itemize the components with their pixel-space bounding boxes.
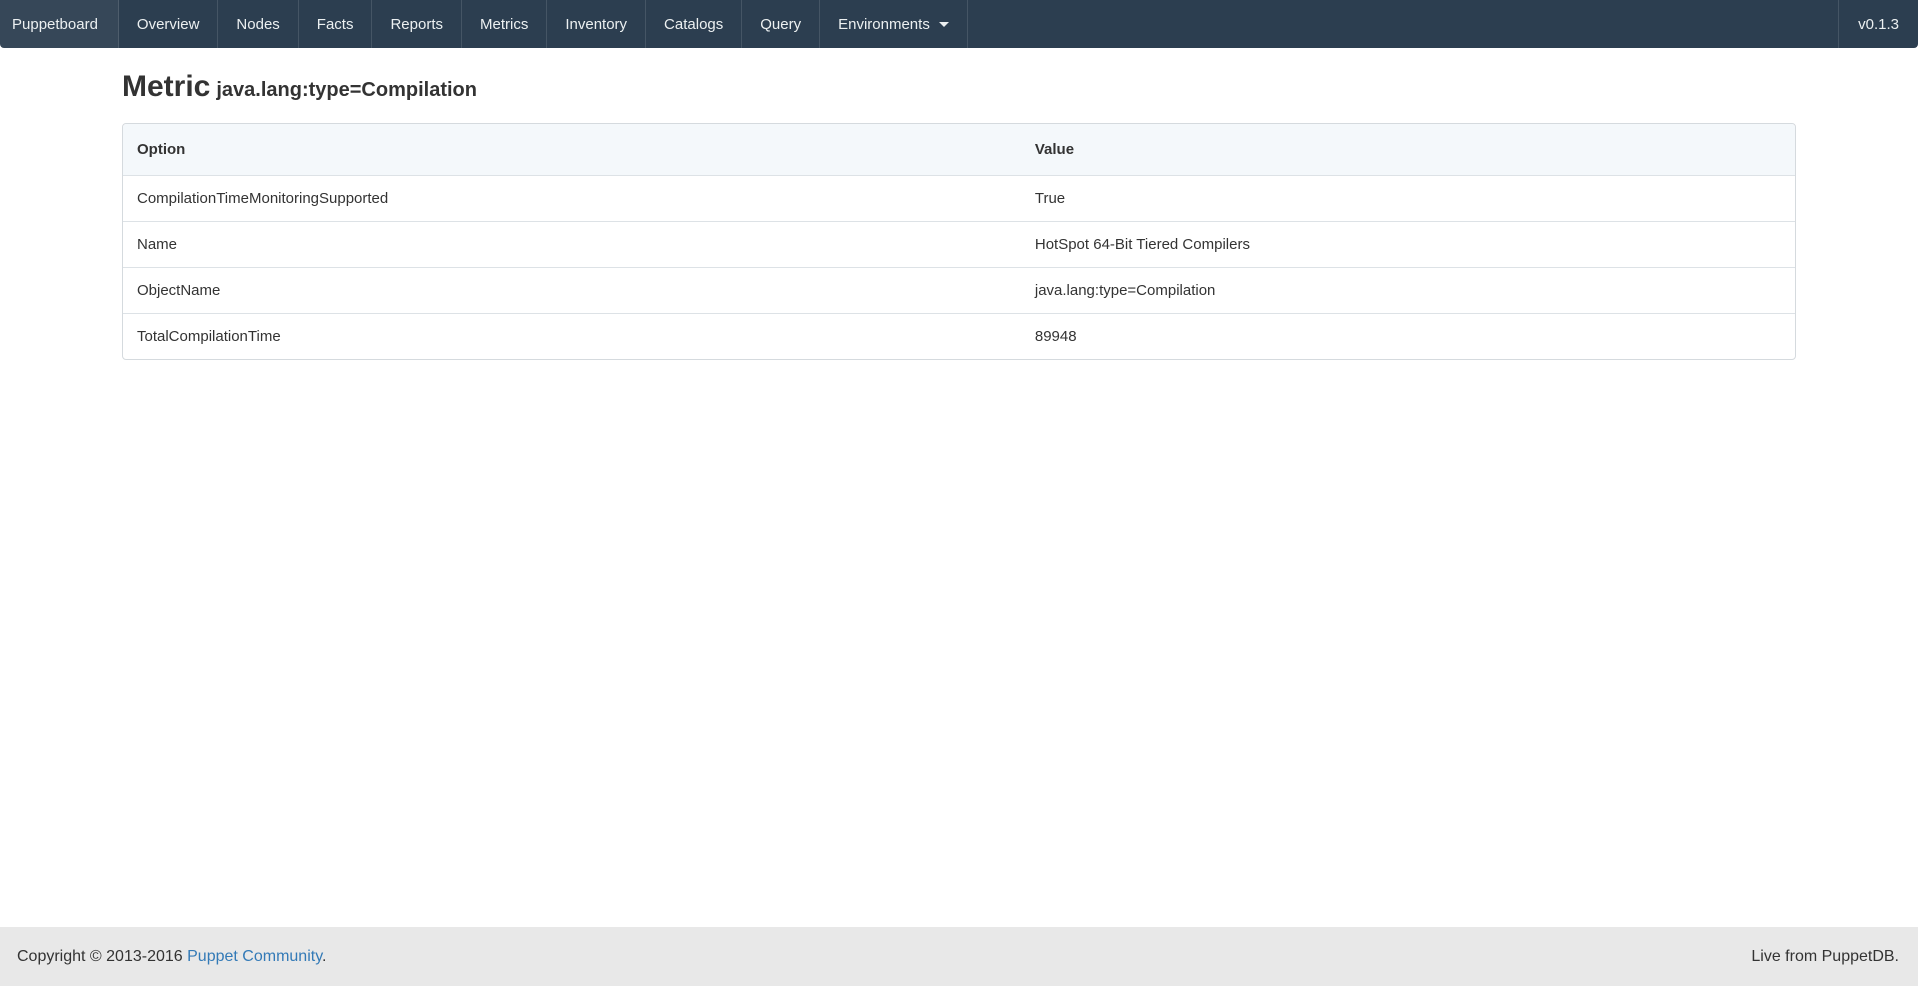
nav-item-query[interactable]: Query: [742, 0, 820, 48]
nav-item-nodes[interactable]: Nodes: [218, 0, 298, 48]
puppetdb-status-text: Live from PuppetDB.: [1751, 948, 1899, 966]
metric-table: Option Value CompilationTimeMonitoringSu…: [122, 123, 1796, 360]
nav-item-facts[interactable]: Facts: [299, 0, 373, 48]
main-content: Metric java.lang:type=Compilation Option …: [0, 48, 1918, 927]
copyright-prefix: Copyright © 2013-2016: [17, 948, 187, 965]
version-text: v0.1.3: [1838, 0, 1918, 48]
copyright-suffix: .: [322, 948, 326, 965]
table-row: TotalCompilationTime89948: [123, 313, 1795, 359]
option-cell: TotalCompilationTime: [123, 313, 1021, 359]
value-cell: HotSpot 64-Bit Tiered Compilers: [1021, 221, 1795, 267]
nav-dropdown-environments[interactable]: Environments: [820, 0, 968, 48]
navbar-items: OverviewNodesFactsReportsMetricsInventor…: [119, 0, 820, 48]
navbar-spacer: [968, 0, 1838, 48]
page-title-text: Metric: [122, 70, 210, 103]
column-header-option: Option: [123, 124, 1021, 175]
copyright-text: Copyright © 2013-2016 Puppet Community.: [17, 948, 1751, 966]
puppet-community-link[interactable]: Puppet Community: [187, 948, 322, 965]
navbar: Puppetboard OverviewNodesFactsReportsMet…: [0, 0, 1918, 48]
navbar-brand-puppetboard[interactable]: Puppetboard: [0, 0, 119, 48]
page-title: Metric java.lang:type=Compilation: [122, 70, 1796, 103]
environments-label: Environments: [838, 16, 930, 33]
option-cell: CompilationTimeMonitoringSupported: [123, 175, 1021, 221]
option-cell: ObjectName: [123, 267, 1021, 313]
table-row: ObjectNamejava.lang:type=Compilation: [123, 267, 1795, 313]
page-subtitle: java.lang:type=Compilation: [216, 79, 477, 101]
column-header-value: Value: [1021, 124, 1795, 175]
table-row: CompilationTimeMonitoringSupportedTrue: [123, 175, 1795, 221]
nav-item-metrics[interactable]: Metrics: [462, 0, 547, 48]
nav-item-inventory[interactable]: Inventory: [547, 0, 646, 48]
table-row: NameHotSpot 64-Bit Tiered Compilers: [123, 221, 1795, 267]
nav-item-catalogs[interactable]: Catalogs: [646, 0, 742, 48]
footer: Copyright © 2013-2016 Puppet Community. …: [0, 927, 1918, 986]
table-header-row: Option Value: [123, 124, 1795, 175]
caret-down-icon: [939, 22, 949, 27]
value-cell: True: [1021, 175, 1795, 221]
nav-item-reports[interactable]: Reports: [372, 0, 462, 48]
value-cell: java.lang:type=Compilation: [1021, 267, 1795, 313]
nav-item-overview[interactable]: Overview: [119, 0, 219, 48]
option-cell: Name: [123, 221, 1021, 267]
value-cell: 89948: [1021, 313, 1795, 359]
